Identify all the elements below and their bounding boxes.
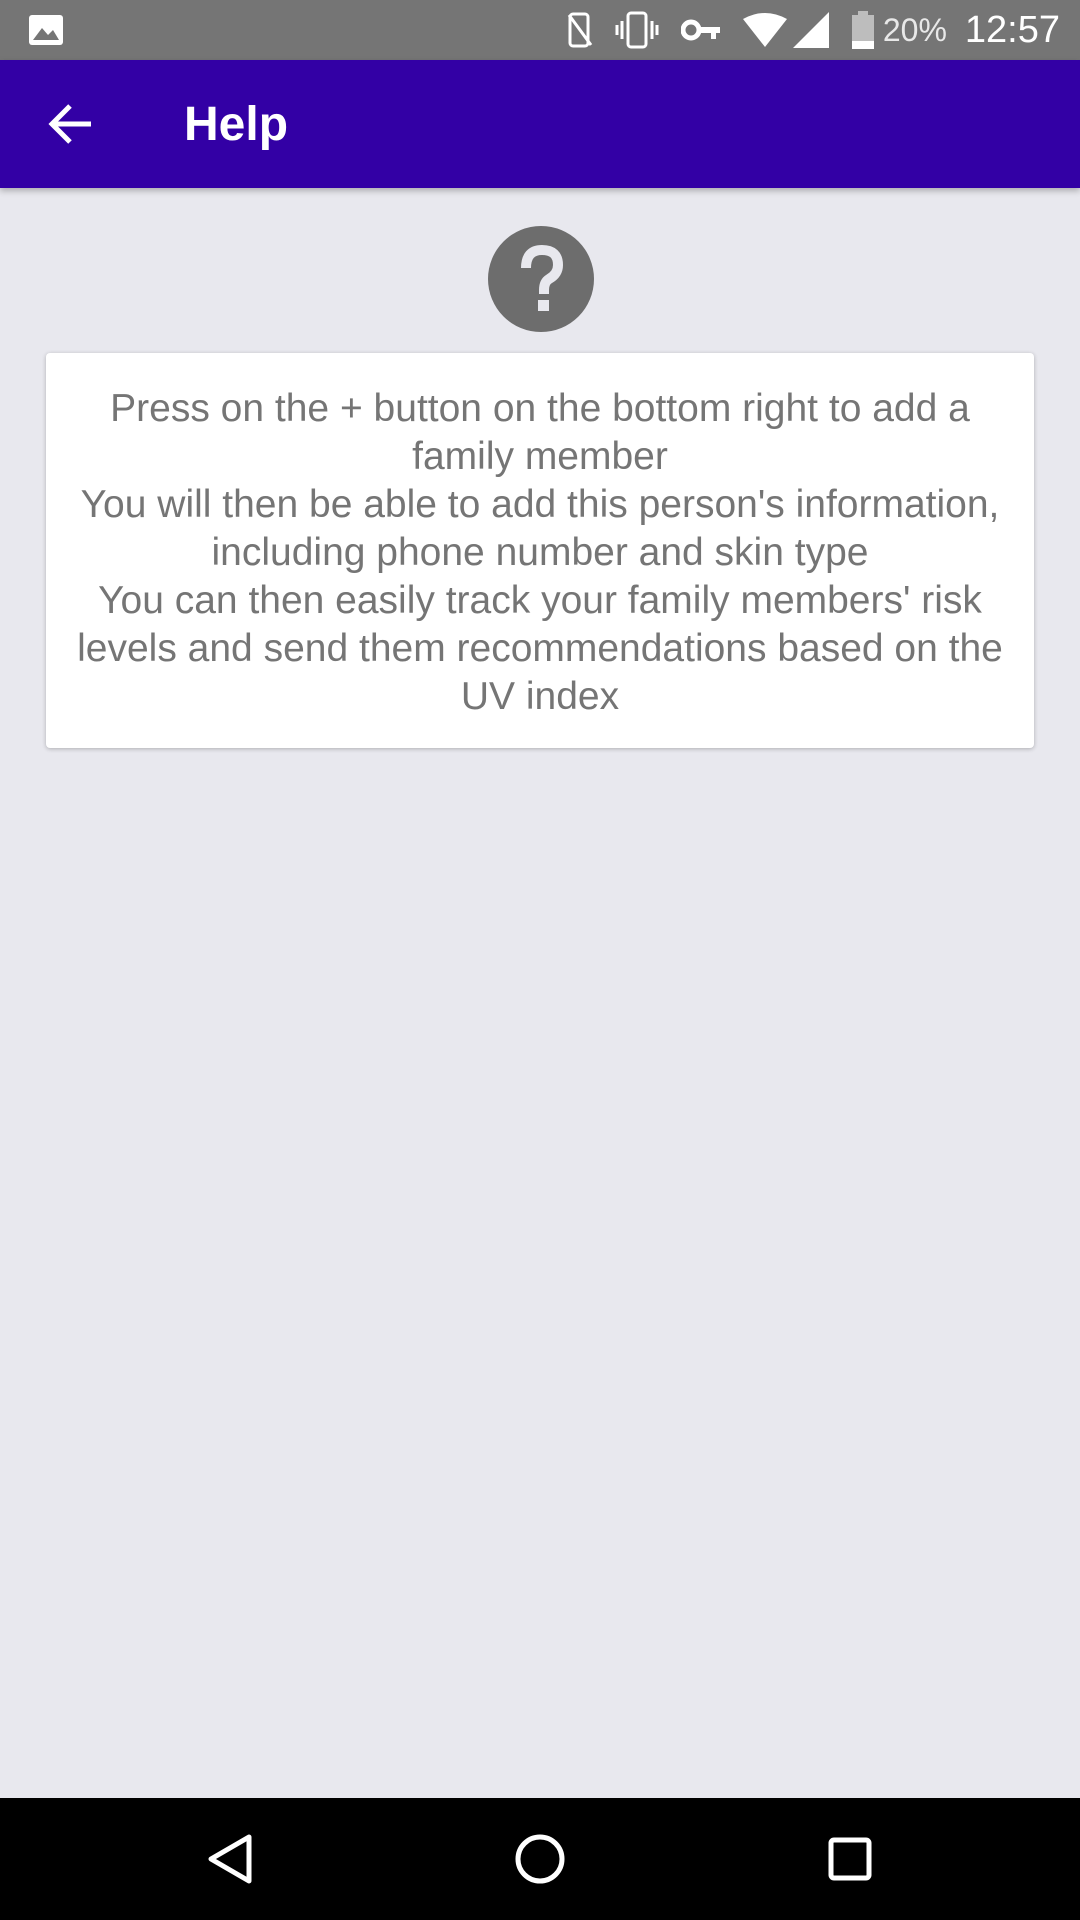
wifi-icon <box>742 13 787 47</box>
vibrate-icon <box>615 11 659 49</box>
status-icons: 20% 12:57 <box>567 0 1060 60</box>
nfc-icon <box>567 11 593 49</box>
navigation-bar <box>0 1798 1080 1920</box>
help-text-line: You will then be able to add this person… <box>80 483 1000 574</box>
gallery-icon <box>28 14 64 51</box>
clock: 12:57 <box>964 8 1060 51</box>
app-bar: Help <box>0 60 1080 188</box>
back-nav-icon <box>208 1834 252 1884</box>
recents-nav-icon <box>828 1837 872 1881</box>
vpn-key-icon <box>680 18 721 42</box>
status-bar: 20% 12:57 <box>0 0 1080 60</box>
arrow-back-icon <box>48 104 91 144</box>
help-text-line: You can then easily track your family me… <box>77 579 1003 718</box>
page-title: Help <box>184 97 289 151</box>
nav-home-button[interactable] <box>500 1819 580 1899</box>
help-text-line: Press on the + button on the bottom righ… <box>110 387 970 478</box>
home-nav-icon <box>515 1834 565 1884</box>
help-card: Press on the + button on the bottom righ… <box>46 353 1034 748</box>
battery-icon <box>851 11 875 49</box>
battery-percent: 20% <box>882 11 947 48</box>
nav-recents-button[interactable] <box>810 1819 890 1899</box>
nav-back-button[interactable] <box>190 1819 270 1899</box>
help-circle-icon <box>488 226 594 332</box>
back-button[interactable] <box>30 88 110 160</box>
cell-signal-icon <box>792 12 829 48</box>
